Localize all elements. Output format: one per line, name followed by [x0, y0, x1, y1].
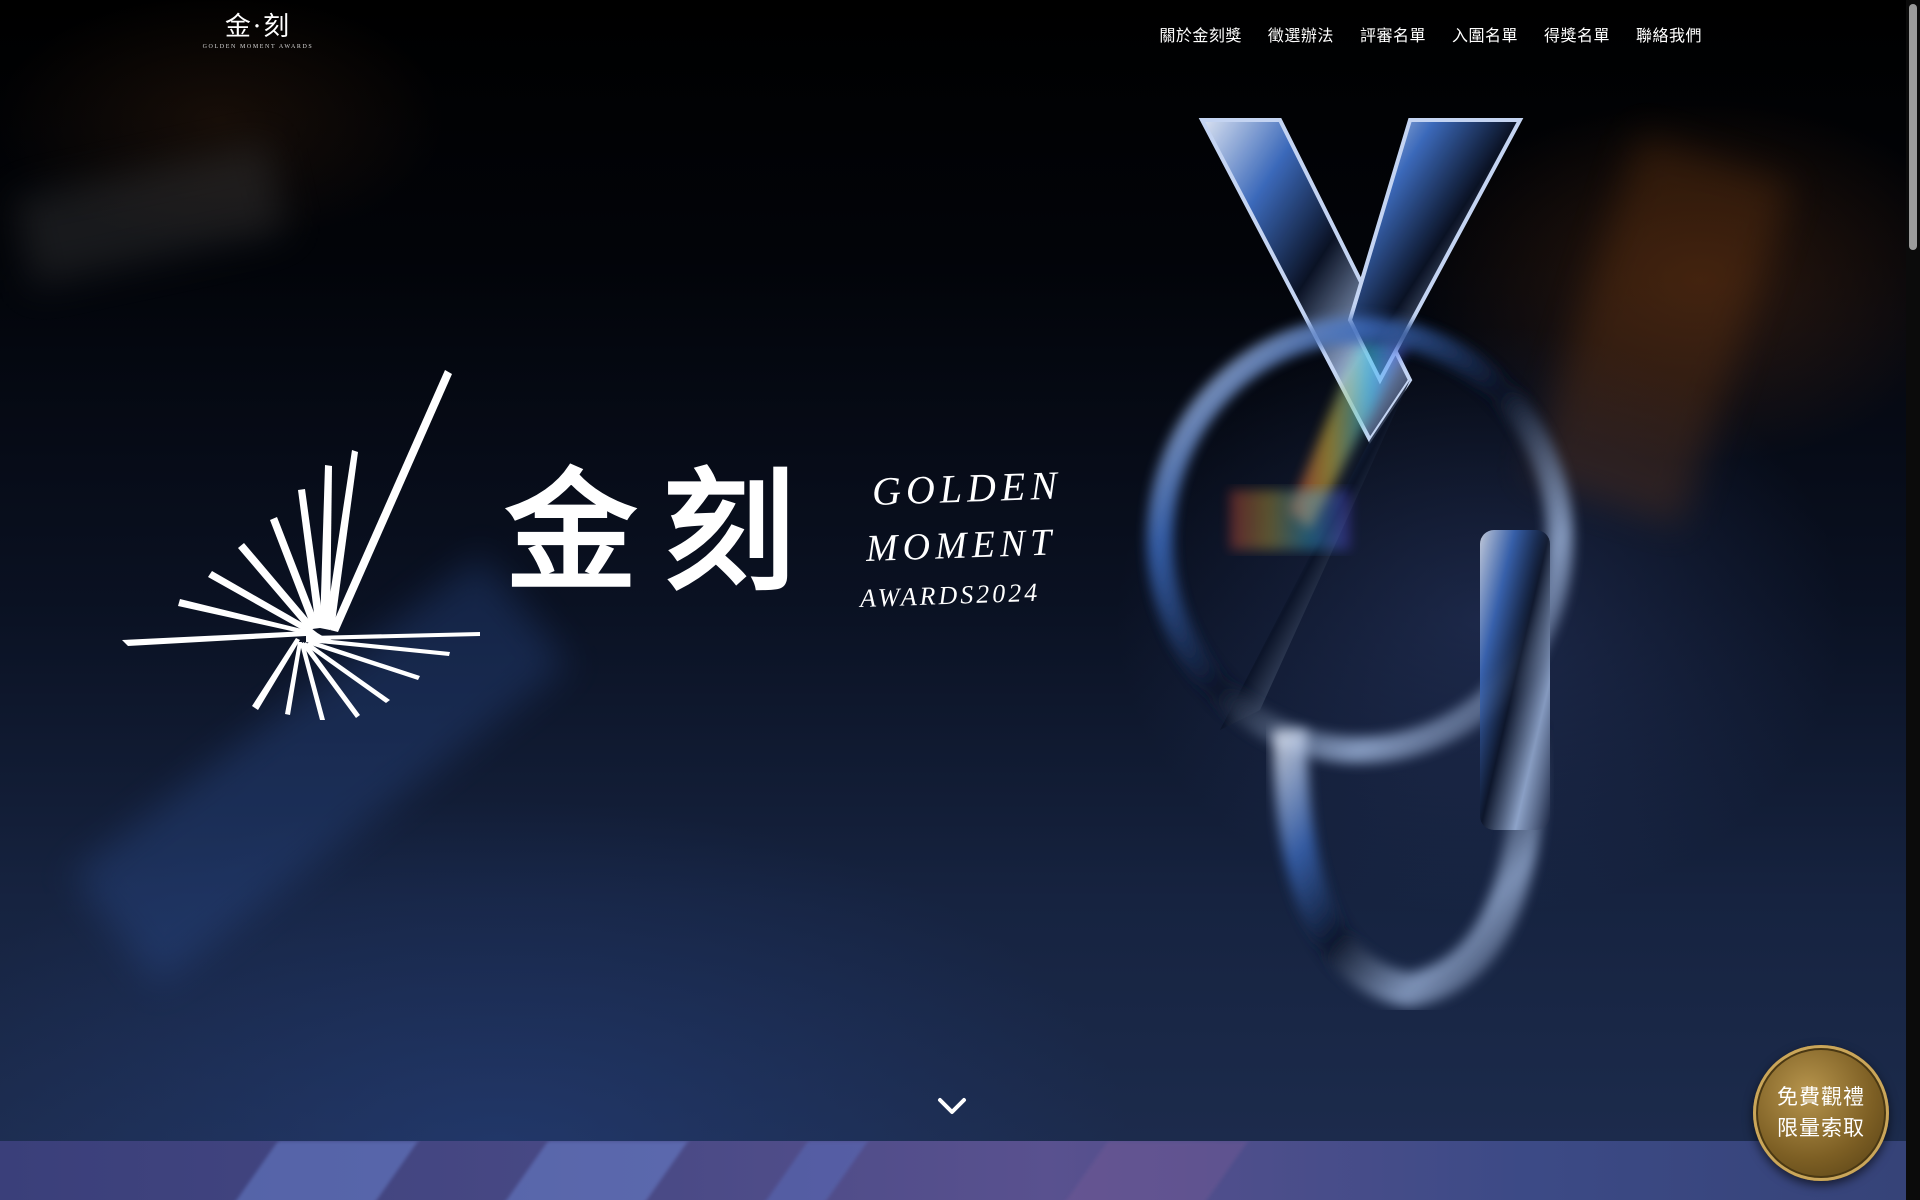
nav-item-finalists[interactable]: 入圍名單 — [1452, 24, 1518, 48]
site-logo[interactable]: 金·刻 GOLDEN MOMENT AWARDS — [196, 12, 320, 58]
brand-title-en-awards-year: AWARDS2024 — [859, 577, 1041, 613]
nav-item-winners[interactable]: 得獎名單 — [1544, 24, 1610, 48]
decor-shape — [751, 1141, 869, 1200]
page-scrollbar[interactable] — [1906, 0, 1920, 1200]
burst-logo-icon — [122, 370, 480, 720]
nav-item-judges[interactable]: 評審名單 — [1360, 24, 1426, 48]
cta-line-1: 免費觀禮 — [1777, 1085, 1865, 1109]
hero-section: 金刻 GOLDEN MOMENT AWARDS2024 — [0, 0, 1906, 1141]
free-ticket-cta-button[interactable]: 免費觀禮 限量索取 — [1753, 1045, 1889, 1181]
nav-item-about[interactable]: 關於金刻獎 — [1159, 24, 1242, 48]
site-logo-en: GOLDEN MOMENT AWARDS — [202, 44, 314, 50]
nav-item-submission-rules[interactable]: 徵選辦法 — [1268, 24, 1334, 48]
chevron-down-icon[interactable] — [936, 1094, 968, 1118]
brand-title-cn: 金刻 — [505, 455, 821, 610]
site-logo-cn: 金·刻 — [224, 12, 292, 42]
light-streak-decor — [13, 143, 287, 287]
nav-item-contact[interactable]: 聯絡我們 — [1636, 24, 1702, 48]
emblem-artwork — [1147, 118, 1573, 1008]
decor-shape — [491, 1141, 689, 1200]
brand-title-en-moment: MOMENT — [865, 521, 1058, 570]
decor-shape — [1051, 1141, 1249, 1200]
main-nav: 關於金刻獎 徵選辦法 評審名單 入圍名單 得獎名單 聯絡我們 — [1159, 24, 1702, 48]
next-section-preview — [0, 1141, 1906, 1200]
brand-title-en-golden: GOLDEN — [871, 462, 1063, 514]
cta-line-2: 限量索取 — [1777, 1116, 1865, 1140]
scrollbar-thumb[interactable] — [1909, 4, 1917, 250]
decor-shape — [221, 1141, 419, 1200]
